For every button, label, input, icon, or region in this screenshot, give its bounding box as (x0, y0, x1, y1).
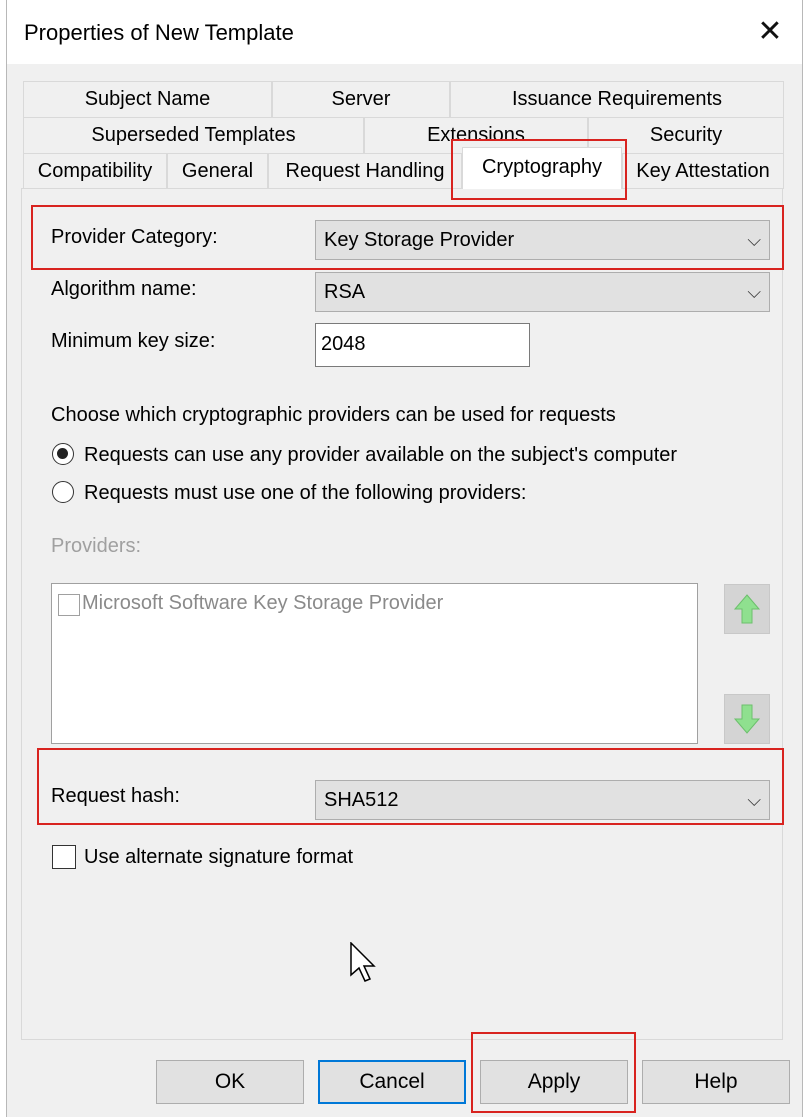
providers-listbox: Microsoft Software Key Storage Provider (51, 583, 698, 744)
ok-button[interactable]: OK (156, 1060, 304, 1104)
radio-specific-provider[interactable] (52, 481, 74, 503)
mouse-pointer-icon (350, 942, 376, 982)
algorithm-name-label: Algorithm name: (51, 278, 197, 300)
chevron-down-icon: ⌵ (747, 230, 761, 250)
request-hash-label: Request hash: (51, 785, 180, 807)
providers-label: Providers: (51, 535, 142, 557)
algorithm-name-value: RSA (324, 281, 366, 303)
radio-selected-dot (57, 448, 68, 459)
apply-button[interactable]: Apply (480, 1060, 628, 1104)
alternate-signature-checkbox[interactable] (52, 845, 76, 869)
request-hash-value: SHA512 (324, 789, 399, 811)
minimum-key-size-label: Minimum key size: (51, 330, 216, 352)
title-bar: Properties of New Template ✕ (7, 0, 802, 64)
cancel-button[interactable]: Cancel (318, 1060, 466, 1104)
radio-any-provider[interactable] (52, 443, 74, 465)
tab-key-attestation[interactable]: Key Attestation (622, 153, 784, 189)
window-title: Properties of New Template (24, 20, 294, 45)
minimum-key-size-input[interactable]: 2048 (315, 323, 530, 367)
tab-request-handling[interactable]: Request Handling (268, 153, 462, 189)
tab-superseded-templates[interactable]: Superseded Templates (23, 117, 364, 153)
provider-checkbox (58, 594, 80, 616)
provider-item: Microsoft Software Key Storage Provider (82, 592, 444, 614)
provider-category-value: Key Storage Provider (324, 229, 515, 251)
tab-server[interactable]: Server (272, 81, 450, 117)
chevron-down-icon: ⌵ (747, 790, 761, 810)
move-up-button (724, 584, 770, 634)
close-icon[interactable]: ✕ (747, 10, 793, 54)
help-button[interactable]: Help (642, 1060, 790, 1104)
move-down-button (724, 694, 770, 744)
request-hash-dropdown[interactable]: SHA512 ⌵ (315, 780, 770, 820)
tab-subject-name[interactable]: Subject Name (23, 81, 272, 117)
chevron-down-icon: ⌵ (747, 282, 761, 302)
arrow-up-icon (733, 594, 761, 624)
provider-category-label: Provider Category: (51, 226, 218, 248)
radio-specific-provider-label[interactable]: Requests must use one of the following p… (84, 482, 526, 505)
providers-prompt: Choose which cryptographic providers can… (51, 404, 616, 426)
algorithm-name-dropdown[interactable]: RSA ⌵ (315, 272, 770, 312)
arrow-down-icon (733, 704, 761, 734)
tab-cryptography[interactable]: Cryptography (462, 147, 622, 189)
alternate-signature-label[interactable]: Use alternate signature format (84, 846, 353, 869)
tab-compatibility[interactable]: Compatibility (23, 153, 167, 189)
radio-any-provider-label[interactable]: Requests can use any provider available … (84, 444, 677, 467)
provider-category-dropdown[interactable]: Key Storage Provider ⌵ (315, 220, 770, 260)
tab-issuance-requirements[interactable]: Issuance Requirements (450, 81, 784, 117)
tab-general[interactable]: General (167, 153, 268, 189)
